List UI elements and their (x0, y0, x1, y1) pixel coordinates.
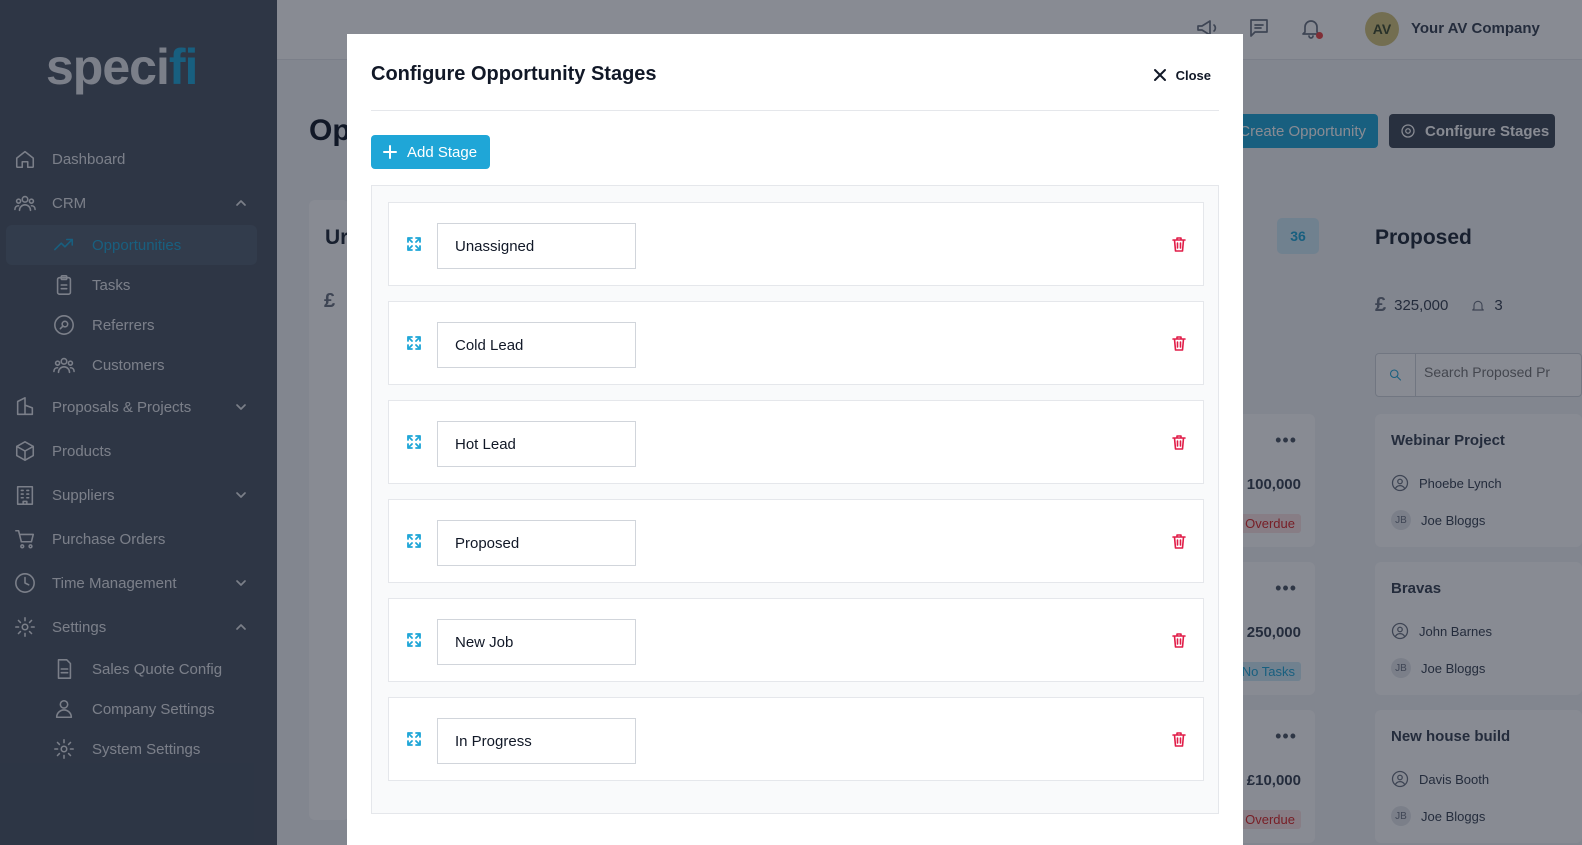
stage-name-input[interactable] (437, 421, 636, 467)
stage-row[interactable] (388, 697, 1204, 781)
stage-name-input[interactable] (437, 322, 636, 368)
drag-handle-icon[interactable] (407, 237, 421, 251)
trash-icon[interactable] (1172, 435, 1186, 450)
trash-icon[interactable] (1172, 732, 1186, 747)
trash-icon[interactable] (1172, 336, 1186, 351)
stage-name-input[interactable] (437, 718, 636, 764)
plus-icon (383, 145, 397, 159)
add-stage-label: Add Stage (407, 143, 478, 161)
stage-row[interactable] (388, 598, 1204, 682)
close-label: Close (1175, 67, 1211, 83)
stage-name-input[interactable] (437, 520, 636, 566)
drag-handle-icon[interactable] (407, 534, 421, 548)
trash-icon[interactable] (1172, 237, 1186, 252)
trash-icon[interactable] (1172, 633, 1186, 648)
modal-title: Configure Opportunity Stages (371, 63, 657, 85)
drag-handle-icon[interactable] (407, 633, 421, 647)
stage-row[interactable] (388, 202, 1204, 286)
stage-row[interactable] (388, 301, 1204, 385)
add-stage-button[interactable]: Add Stage (371, 135, 490, 169)
stage-name-input[interactable] (437, 223, 636, 269)
close-button[interactable]: Close (1152, 67, 1211, 83)
drag-handle-icon[interactable] (407, 336, 421, 350)
trash-icon[interactable] (1172, 534, 1186, 549)
stage-row[interactable] (388, 400, 1204, 484)
drag-handle-icon[interactable] (407, 732, 421, 746)
divider (371, 110, 1219, 111)
close-icon (1152, 67, 1168, 83)
configure-stages-modal: Configure Opportunity Stages Close Add S… (347, 34, 1243, 845)
drag-handle-icon[interactable] (407, 435, 421, 449)
stage-row[interactable] (388, 499, 1204, 583)
stage-name-input[interactable] (437, 619, 636, 665)
stage-list (371, 185, 1219, 814)
